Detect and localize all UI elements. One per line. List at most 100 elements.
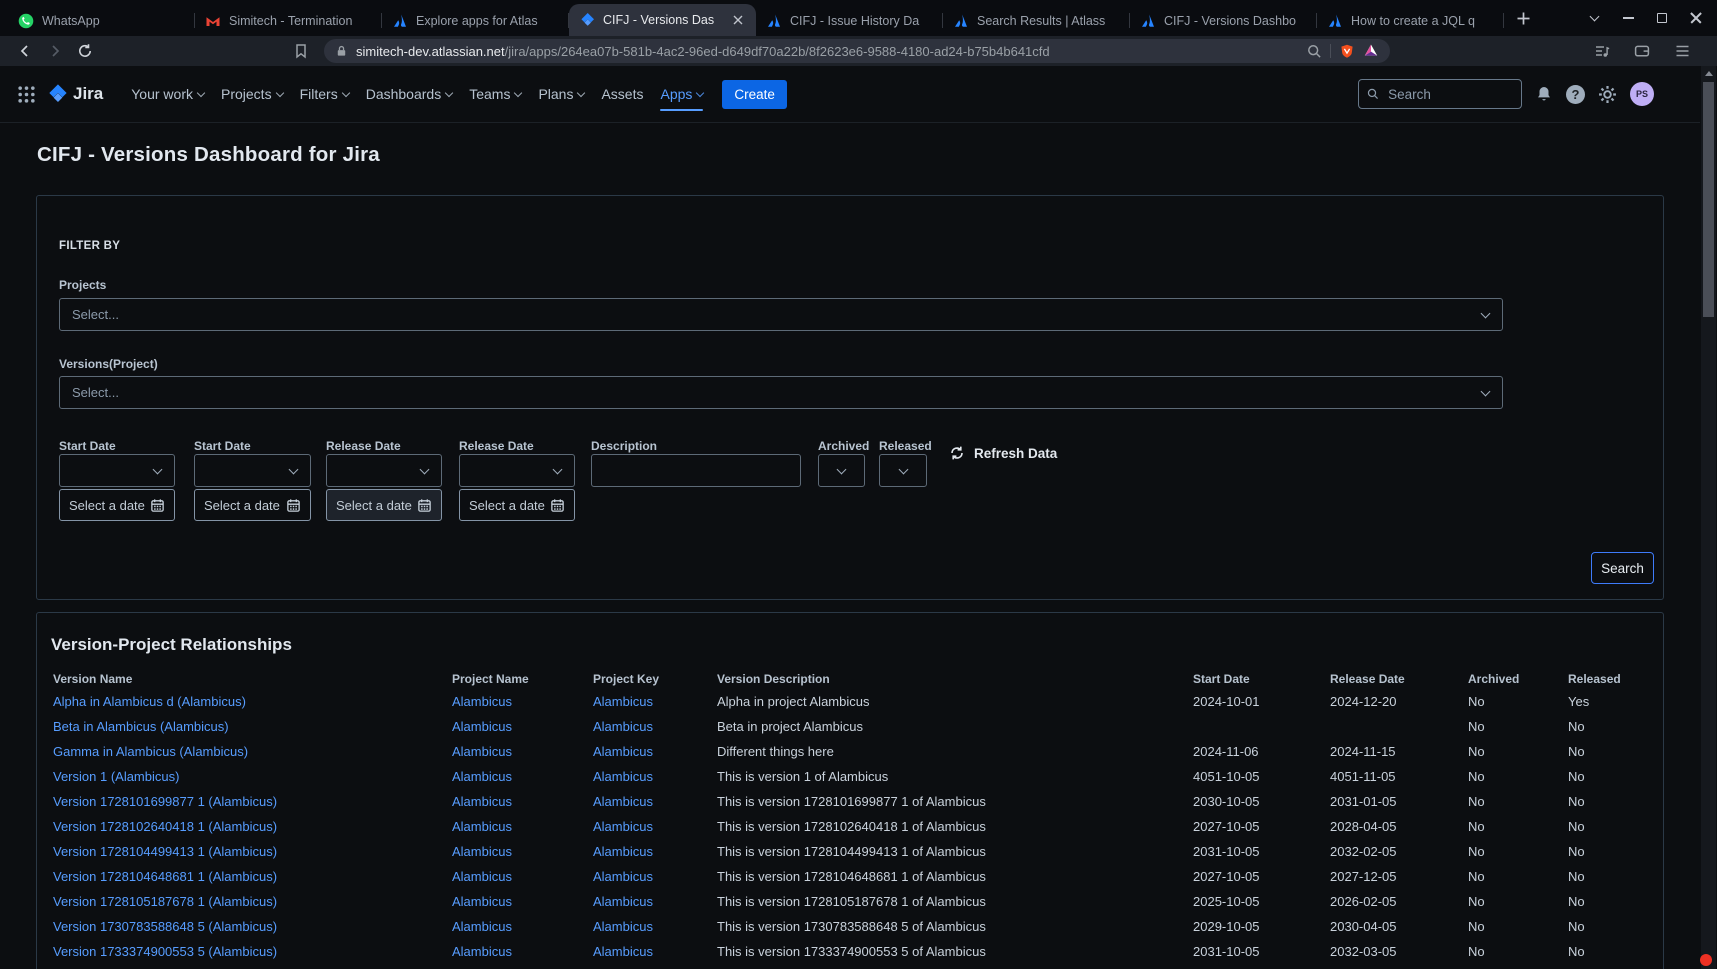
back-button[interactable] xyxy=(12,38,38,64)
versions-select[interactable]: Select... xyxy=(59,376,1503,409)
cell-key[interactable]: Alambicus xyxy=(593,794,717,809)
cell-project[interactable]: Alambicus xyxy=(452,769,593,784)
browser-tab[interactable]: CIFJ - Issue History Da xyxy=(756,5,943,36)
cell-key[interactable]: Alambicus xyxy=(593,894,717,909)
scrollbar-thumb[interactable] xyxy=(1703,82,1714,317)
cell-key[interactable]: Alambicus xyxy=(593,769,717,784)
cell-released: No xyxy=(1568,894,1585,909)
jira-home-link[interactable]: Jira xyxy=(46,83,103,105)
jira-search-box[interactable] xyxy=(1358,79,1522,109)
browser-tab[interactable]: CIFJ - Versions Das xyxy=(569,4,756,36)
projects-select[interactable]: Select... xyxy=(59,298,1503,331)
brave-shield-icon[interactable] xyxy=(1339,43,1355,60)
cell-project[interactable]: Alambicus xyxy=(452,919,593,934)
browser-tab[interactable]: Explore apps for Atlas xyxy=(382,5,569,36)
nav-item-projects[interactable]: Projects xyxy=(221,79,284,109)
nav-item-dashboards[interactable]: Dashboards xyxy=(366,79,454,109)
start-date-1-select[interactable] xyxy=(59,454,175,487)
browser-tab[interactable]: CIFJ - Versions Dashbo xyxy=(1130,5,1317,36)
cell-name[interactable]: Alpha in Alambicus d (Alambicus) xyxy=(53,694,452,709)
browser-tab[interactable]: WhatsApp xyxy=(8,5,195,36)
cell-project[interactable]: Alambicus xyxy=(452,819,593,834)
reload-button[interactable] xyxy=(72,38,98,64)
cell-key[interactable]: Alambicus xyxy=(593,869,717,884)
cell-key[interactable]: Alambicus xyxy=(593,819,717,834)
start-date-2-select[interactable] xyxy=(194,454,311,487)
nav-item-label: Assets xyxy=(601,86,644,102)
cell-name[interactable]: Version 1728101699877 1 (Alambicus) xyxy=(53,794,452,809)
cell-name[interactable]: Version 1728104648681 1 (Alambicus) xyxy=(53,869,452,884)
cell-key[interactable]: Alambicus xyxy=(593,844,717,859)
window-controls xyxy=(1577,0,1713,36)
brave-rewards-icon[interactable] xyxy=(1363,43,1379,59)
address-bar[interactable]: simitech-dev.atlassian.net /jira/apps/26… xyxy=(324,39,1390,63)
notifications-button[interactable] xyxy=(1535,85,1553,103)
cell-released: No xyxy=(1568,944,1585,959)
browser-tab[interactable]: Search Results | Atlass xyxy=(943,5,1130,36)
cell-project[interactable]: Alambicus xyxy=(452,794,593,809)
new-tab-button[interactable] xyxy=(1506,4,1540,32)
bookmark-button[interactable] xyxy=(288,38,314,64)
nav-item-apps[interactable]: Apps xyxy=(660,79,705,111)
nav-item-teams[interactable]: Teams xyxy=(469,79,523,109)
cell-key[interactable]: Alambicus xyxy=(593,694,717,709)
browser-tab[interactable]: Simitech - Termination xyxy=(195,5,382,36)
cell-key[interactable]: Alambicus xyxy=(593,919,717,934)
nav-item-filters[interactable]: Filters xyxy=(300,79,350,109)
forward-button[interactable] xyxy=(42,38,68,64)
release-date-1-picker[interactable]: Select a date xyxy=(326,489,442,521)
settings-button[interactable] xyxy=(1598,85,1617,104)
cell-name[interactable]: Version 1728104499413 1 (Alambicus) xyxy=(53,844,452,859)
release-date-1-select[interactable] xyxy=(326,454,442,487)
cell-name[interactable]: Version 1733374900553 5 (Alambicus) xyxy=(53,944,452,959)
refresh-data-button[interactable]: Refresh Data xyxy=(949,440,1057,466)
minimize-button[interactable] xyxy=(1611,0,1645,36)
close-window-button[interactable] xyxy=(1679,0,1713,36)
help-button[interactable]: ? xyxy=(1566,84,1585,104)
cell-project[interactable]: Alambicus xyxy=(452,944,593,959)
cell-name[interactable]: Version 1 (Alambicus) xyxy=(53,769,452,784)
cell-project[interactable]: Alambicus xyxy=(452,719,593,734)
nav-item-your-work[interactable]: Your work xyxy=(131,79,206,109)
release-date-2-picker[interactable]: Select a date xyxy=(459,489,575,521)
app-switcher-button[interactable] xyxy=(14,82,38,106)
nav-item-assets[interactable]: Assets xyxy=(601,79,643,109)
cell-name[interactable]: Beta in Alambicus (Alambicus) xyxy=(53,719,452,734)
cell-name[interactable]: Version 1728105187678 1 (Alambicus) xyxy=(53,894,452,909)
start-date-2-picker[interactable]: Select a date xyxy=(194,489,311,521)
cell-project[interactable]: Alambicus xyxy=(452,869,593,884)
cell-project[interactable]: Alambicus xyxy=(452,744,593,759)
wallet-button[interactable] xyxy=(1629,38,1655,64)
description-input[interactable] xyxy=(591,454,801,487)
cell-key[interactable]: Alambicus xyxy=(593,719,717,734)
tab-search-chevron-icon[interactable] xyxy=(1577,0,1611,36)
maximize-button[interactable] xyxy=(1645,0,1679,36)
reload-icon xyxy=(79,44,91,57)
cell-key[interactable]: Alambicus xyxy=(593,944,717,959)
create-button[interactable]: Create xyxy=(722,79,787,109)
cell-released: No xyxy=(1568,794,1585,809)
cell-name[interactable]: Version 1730783588648 5 (Alambicus) xyxy=(53,919,452,934)
cell-name[interactable]: Gamma in Alambicus (Alambicus) xyxy=(53,744,452,759)
user-avatar[interactable]: PS xyxy=(1630,82,1654,106)
browser-menu-button[interactable] xyxy=(1669,38,1695,64)
tab-close-icon[interactable] xyxy=(730,12,746,28)
archived-select[interactable] xyxy=(818,454,865,487)
start-date-1-picker[interactable]: Select a date xyxy=(59,489,175,521)
release-date-2-select[interactable] xyxy=(459,454,575,487)
page-scrollbar[interactable] xyxy=(1701,66,1716,969)
filter-search-button[interactable]: Search xyxy=(1591,552,1654,584)
search-input[interactable] xyxy=(1386,85,1513,103)
search-in-page-icon[interactable] xyxy=(1307,44,1322,59)
cell-project[interactable]: Alambicus xyxy=(452,894,593,909)
nav-item-plans[interactable]: Plans xyxy=(538,79,586,109)
released-select[interactable] xyxy=(879,454,927,487)
cell-project[interactable]: Alambicus xyxy=(452,694,593,709)
cell-project[interactable]: Alambicus xyxy=(452,844,593,859)
cell-name[interactable]: Version 1728102640418 1 (Alambicus) xyxy=(53,819,452,834)
playlist-button[interactable] xyxy=(1589,38,1615,64)
cell-key[interactable]: Alambicus xyxy=(593,744,717,759)
atlassian-icon xyxy=(766,13,782,29)
chevron-down-icon xyxy=(341,88,350,97)
browser-tab[interactable]: How to create a JQL q xyxy=(1317,5,1504,36)
